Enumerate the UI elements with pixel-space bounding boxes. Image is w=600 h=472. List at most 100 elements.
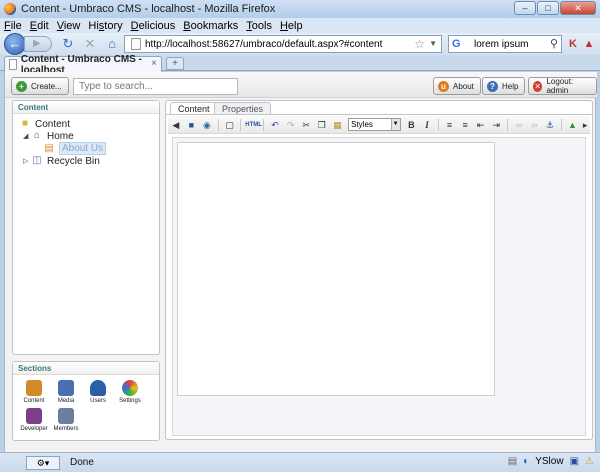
copy-icon[interactable]: ❐ bbox=[315, 118, 329, 132]
url-dropdown-icon[interactable]: ▼ bbox=[429, 36, 437, 52]
unlink-icon[interactable]: ∞ bbox=[528, 118, 542, 132]
tree-item-label: Recycle Bin bbox=[47, 155, 100, 167]
preview-icon[interactable]: ▢ bbox=[223, 118, 237, 132]
maximize-button[interactable]: □ bbox=[537, 1, 559, 15]
menu-file[interactable]: File bbox=[4, 20, 22, 32]
tree-panel-heading: Content bbox=[13, 101, 159, 114]
content-tree-panel: Content ■ Content ◢ ⌂ Home ▤ About Us ▷ … bbox=[12, 100, 160, 355]
menu-help[interactable]: Help bbox=[280, 20, 303, 32]
tree-item-recycle-bin[interactable]: ▷ ◫ Recycle Bin bbox=[23, 155, 100, 167]
bullet-list-icon[interactable]: ≡ bbox=[443, 118, 457, 132]
search-query: lorem ipsum bbox=[474, 38, 529, 50]
url-text: http://localhost:58627/umbraco/default.a… bbox=[145, 38, 383, 50]
save-publish-icon[interactable]: ◉ bbox=[200, 118, 214, 132]
browser-tabstrip: Content - Umbraco CMS - localhost × + bbox=[0, 54, 600, 76]
redo-icon[interactable]: ↷ bbox=[284, 118, 298, 132]
italic-button[interactable]: I bbox=[420, 118, 434, 132]
styles-select[interactable]: Styles ▼ bbox=[348, 118, 401, 131]
menu-edit[interactable]: Edit bbox=[30, 20, 49, 32]
numbered-list-icon[interactable]: ≡ bbox=[458, 118, 472, 132]
tree-item-about-us[interactable]: ▤ About Us bbox=[43, 142, 107, 155]
undo-icon[interactable]: ↶ bbox=[268, 118, 282, 132]
toolbar-separator bbox=[217, 118, 219, 131]
insert-image-icon[interactable]: ▲ bbox=[566, 118, 580, 132]
tree-item-content[interactable]: ■ Content bbox=[19, 118, 70, 130]
addon-k-icon[interactable]: K bbox=[566, 37, 580, 51]
google-icon[interactable]: G bbox=[452, 38, 464, 50]
menu-delicious[interactable]: Delicious bbox=[131, 20, 176, 32]
bold-button[interactable]: B bbox=[405, 118, 419, 132]
status-text: Done bbox=[70, 457, 94, 468]
status-right-icons: ▤ ◐ YSlow ▣ ⚠ bbox=[502, 456, 594, 467]
users-section-icon bbox=[90, 380, 106, 396]
menu-bookmarks[interactable]: Bookmarks bbox=[183, 20, 238, 32]
editor-panel: Content Properties ◀ ■ ◉ ▢ HTML ↶ ↷ ✂ ❐ … bbox=[165, 100, 593, 440]
content-section-icon bbox=[26, 380, 42, 396]
menu-history[interactable]: History bbox=[88, 20, 122, 32]
create-button-label: Create... bbox=[31, 81, 62, 91]
bookmark-star-icon[interactable]: ☆ bbox=[414, 36, 425, 52]
settings-section-icon bbox=[122, 380, 138, 396]
yslow-icon[interactable]: ◐ bbox=[523, 456, 529, 467]
section-members[interactable]: Members bbox=[51, 408, 81, 432]
save-icon[interactable]: ■ bbox=[185, 118, 199, 132]
help-button-label: Help bbox=[502, 81, 519, 91]
stop-icon[interactable]: ✕ bbox=[82, 36, 98, 52]
media-section-icon bbox=[58, 380, 74, 396]
address-bar[interactable]: http://localhost:58627/umbraco/default.a… bbox=[124, 35, 442, 53]
help-button[interactable]: ? Help bbox=[482, 77, 526, 95]
section-settings[interactable]: Settings bbox=[115, 380, 145, 404]
section-media[interactable]: Media bbox=[51, 380, 81, 404]
toolbar-more-icon[interactable]: ▸ bbox=[581, 118, 589, 132]
menu-tools[interactable]: Tools bbox=[246, 20, 272, 32]
back-button[interactable]: ← bbox=[4, 33, 26, 55]
close-tab-icon[interactable]: × bbox=[151, 58, 157, 69]
menu-bar: File Edit View History Delicious Bookmar… bbox=[0, 18, 600, 33]
search-bar[interactable]: G lorem ipsum ⚲ bbox=[448, 35, 562, 53]
link-icon[interactable]: ∞ bbox=[512, 118, 526, 132]
network-icon[interactable]: ▤ bbox=[508, 456, 517, 467]
toolbar-separator bbox=[560, 118, 562, 131]
tab-content[interactable]: Content bbox=[170, 102, 218, 114]
expand-arrow-icon[interactable]: ▷ bbox=[23, 157, 31, 165]
logout-button-label: Logout: admin bbox=[546, 77, 574, 95]
reload-icon[interactable]: ↻ bbox=[60, 36, 76, 52]
menu-view[interactable]: View bbox=[57, 20, 81, 32]
rich-text-toolbar: ◀ ■ ◉ ▢ HTML ↶ ↷ ✂ ❐ ▦ Styles ▼ B I ≡ ≡ ⇤… bbox=[168, 116, 590, 134]
magnifier-icon[interactable]: ⚲ bbox=[550, 36, 558, 52]
minimize-button[interactable]: – bbox=[514, 1, 536, 15]
indent-icon[interactable]: ⇥ bbox=[489, 118, 503, 132]
toolbar-handle-icon[interactable]: ◀ bbox=[169, 118, 183, 132]
section-developer[interactable]: Developer bbox=[19, 408, 49, 432]
status-tools-icon[interactable]: ⚙▾ bbox=[26, 455, 60, 470]
new-tab-button[interactable]: + bbox=[166, 57, 184, 70]
forward-button[interactable]: ▶ bbox=[24, 36, 52, 52]
rich-text-editor-body[interactable] bbox=[177, 142, 495, 396]
section-content[interactable]: Content bbox=[19, 380, 49, 404]
cut-icon[interactable]: ✂ bbox=[299, 118, 313, 132]
toolbar-separator bbox=[507, 118, 508, 131]
close-window-button[interactable]: ✕ bbox=[560, 1, 596, 15]
warning-icon[interactable]: ⚠ bbox=[585, 456, 594, 467]
tab-properties[interactable]: Properties bbox=[214, 102, 272, 114]
create-button[interactable]: + Create... bbox=[11, 77, 69, 95]
collapse-arrow-icon[interactable]: ◢ bbox=[23, 132, 31, 140]
paste-icon[interactable]: ▦ bbox=[331, 118, 345, 132]
section-users[interactable]: Users bbox=[83, 380, 113, 404]
anchor-icon[interactable]: ⚓ bbox=[543, 118, 557, 132]
about-icon: u bbox=[438, 80, 449, 92]
yslow-label[interactable]: YSlow bbox=[535, 456, 563, 467]
toolbar-separator bbox=[240, 118, 242, 131]
tab-divider bbox=[166, 114, 592, 115]
about-button[interactable]: u About bbox=[433, 77, 481, 95]
outdent-icon[interactable]: ⇤ bbox=[474, 118, 488, 132]
html-source-icon[interactable]: HTML bbox=[245, 118, 262, 132]
addon-pdf-icon[interactable]: ▲ bbox=[582, 37, 596, 51]
help-icon: ? bbox=[487, 80, 498, 92]
tree-item-home[interactable]: ◢ ⌂ Home bbox=[23, 130, 74, 142]
logout-button[interactable]: ✕ Logout: admin bbox=[528, 77, 597, 95]
search-input[interactable] bbox=[73, 78, 238, 95]
screen-icon[interactable]: ▣ bbox=[570, 456, 579, 467]
home-button-icon[interactable]: ⌂ bbox=[104, 36, 120, 52]
browser-tab-umbraco[interactable]: Content - Umbraco CMS - localhost × bbox=[4, 54, 162, 76]
